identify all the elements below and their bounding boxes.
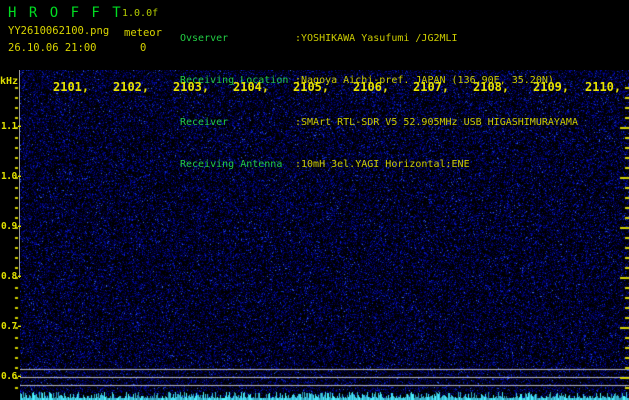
datetime-label: 26.10.06 21:00 — [8, 42, 97, 54]
y-tick-label: 0.7- — [1, 321, 22, 332]
y-tick-label: 0.6- — [1, 371, 22, 382]
info-row-antenna: Receiving Antenna :10mH 3el.YAGI Horizont… — [180, 158, 578, 172]
mode-label: meteor — [124, 27, 162, 39]
y-tick-label: 0.9- — [1, 221, 22, 232]
x-tick-label: 2105, — [293, 80, 330, 94]
info-row-receiver: Receiver :SMArt RTL-SDR V5 52.905MHz USB … — [180, 116, 578, 130]
info-label: Ovserver — [180, 33, 229, 44]
x-tick-label: 2107, — [413, 80, 450, 94]
info-label: Receiver — [180, 117, 229, 128]
meteor-echo-count: 0 — [140, 42, 147, 54]
output-filename: YY2610062100.png — [8, 25, 110, 37]
x-tick-label: 2108, — [473, 80, 510, 94]
x-tick-label: 2103, — [173, 80, 210, 94]
y-tick-label: 1.1- — [1, 121, 22, 132]
x-tick-label: 2110, — [585, 80, 622, 94]
station-info: Ovserver :YOSHIKAWA Yasufumi /JG2MLI Rece… — [180, 4, 578, 200]
info-value: :10mH 3el.YAGI Horizontal:ENE — [295, 159, 470, 170]
x-tick-label: 2102, — [113, 80, 150, 94]
x-tick-label: 2109, — [533, 80, 570, 94]
info-row-observer: Ovserver :YOSHIKAWA Yasufumi /JG2MLI — [180, 32, 578, 46]
info-value: :YOSHIKAWA Yasufumi /JG2MLI — [295, 33, 458, 44]
x-tick-label: 2104, — [233, 80, 270, 94]
x-tick-label: 2106, — [353, 80, 390, 94]
y-tick-label: 1.0- — [1, 171, 22, 182]
info-label: Receiving Antenna — [180, 159, 283, 170]
app-version: 1.0.0f — [122, 8, 159, 19]
y-tick-label: 0.8- — [1, 271, 22, 282]
x-tick-label: 2101, — [53, 80, 90, 94]
app-title: H R O F F T — [8, 5, 123, 21]
info-value: :SMArt RTL-SDR V5 52.905MHz USB HIGASHIM… — [295, 117, 578, 128]
y-axis-unit-label: kHz — [0, 76, 19, 87]
